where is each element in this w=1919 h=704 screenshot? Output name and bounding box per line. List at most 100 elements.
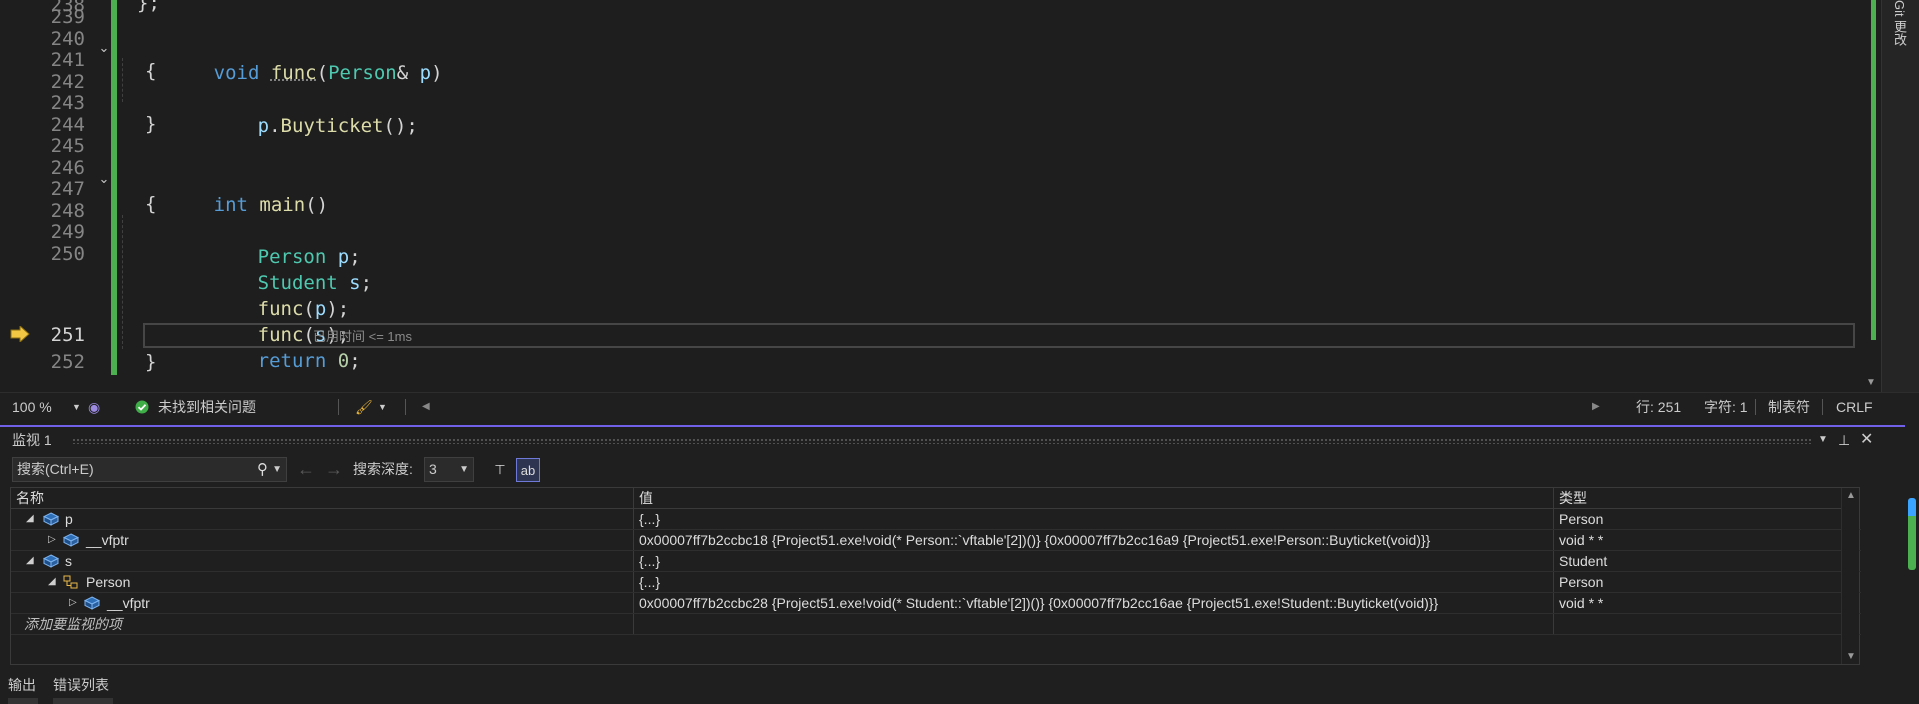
intellicode-icon[interactable]: ◉ [88,393,100,421]
indent-guide [122,58,123,102]
editor-vertical-scrollbar[interactable]: ▼ [1863,0,1881,392]
variable-type: void * * [1559,595,1604,611]
object-icon [43,512,59,526]
pin-icon[interactable]: ⊥ [1838,427,1850,453]
code-line: Person p; [257,246,361,268]
variable-type: void * * [1559,532,1604,548]
code-line: void func(Person& p) [213,62,443,84]
variable-type: Person [1559,511,1604,527]
search-next-icon[interactable]: → [325,460,343,478]
scroll-down-arrow-icon[interactable]: ▼ [1846,651,1856,662]
line-ending[interactable]: CRLF [1836,393,1873,421]
line-indicator[interactable]: 行: 251 [1636,393,1681,421]
search-icon[interactable]: ⚲ [257,458,268,481]
scroll-thumb[interactable] [1908,498,1916,570]
variable-name: __vfptr [86,532,129,548]
code-line: int main() [213,194,329,216]
object-icon [63,533,79,547]
close-icon[interactable]: ✕ [1860,427,1873,453]
panel-title: 监视 1 [12,432,52,448]
object-icon [84,596,100,610]
hex-display-icon[interactable]: ab [516,458,540,482]
table-row[interactable]: ◢ s {...} Student [11,551,1861,572]
table-row[interactable]: ▷ __vfptr 0x00007ff7b2ccbc18 {Project51.… [11,530,1861,551]
add-watch-hint[interactable]: 添加要监视的项 [24,614,122,634]
collapsed-arrow-icon[interactable]: ▷ [48,530,56,550]
code-line: p.Buyticket(); [257,115,418,137]
column-header-name[interactable]: 名称 [11,488,634,509]
variable-value: {...} [634,572,1554,592]
code-line: func(p); [257,298,350,320]
code-editor[interactable]: 238 239 240 241 242 243 244 245 246 247 … [0,0,1919,392]
table-row[interactable]: ◢ p {...} Person [11,509,1861,530]
variable-value: 0x00007ff7b2ccbc18 {Project51.exe!void(*… [634,530,1554,550]
depth-value: 3 [429,461,437,477]
pin-source-icon[interactable]: ⊤ [488,458,512,482]
window-position-dropdown-icon[interactable]: ▼ [1818,427,1828,453]
fold-collapse-icon[interactable]: ⌄ [97,172,111,186]
check-circle-icon [135,400,149,414]
char-indicator[interactable]: 字符: 1 [1704,393,1748,421]
change-overview-marker [1871,0,1876,340]
overview-scrollbar[interactable] [1905,420,1919,704]
execution-pointer-icon [10,326,30,342]
line-number: 252 [50,351,85,373]
variable-name: p [65,511,73,527]
fold-collapse-icon[interactable]: ⌄ [97,41,111,55]
search-input[interactable]: 搜索(Ctrl+E) ⚲ ▼ [12,457,287,482]
code-cleanup-icon[interactable]: 🖌 [355,393,373,421]
watch-toolbar: 搜索(Ctrl+E) ⚲ ▼ ← → 搜索深度: 3 ▼ ⊤ ab [0,453,1919,485]
hscroll-right-icon[interactable]: ▶ [1592,393,1600,421]
collapsed-arrow-icon[interactable]: ▷ [69,593,77,613]
watch-panel-title-bar: 监视 1 ▼ ⊥ ✕ [0,425,1919,453]
indent-guide [122,215,123,349]
line-number-current: 251 [50,324,85,346]
search-options-dropdown-icon[interactable]: ▼ [272,458,282,481]
table-row[interactable]: ◢ Person {...} Person [11,572,1861,593]
editor-status-bar: 100 % ▼ ◉ 未找到相关问题 🖌 ▼ ◀ ▶ 行: 251 字符: 1 制… [0,392,1919,420]
watch-vertical-scrollbar[interactable]: ▲ ▼ [1841,488,1859,664]
git-changes-side-tab[interactable]: Git 更改 [1881,0,1919,392]
base-class-icon [63,575,78,589]
tab-output[interactable]: 输出 [8,673,36,697]
table-row[interactable]: ▷ __vfptr 0x00007ff7b2ccbc28 {Project51.… [11,593,1861,614]
bottom-tool-tabs: 输出 错误列表 [0,670,1919,704]
perf-tip[interactable]: 已用时间 <= 1ms [313,324,412,350]
code-line: } [145,113,157,135]
zoom-dropdown-icon[interactable]: ▼ [72,393,81,421]
code-line: { [145,60,157,82]
indent-mode[interactable]: 制表符 [1768,393,1810,421]
tab-indicator [8,698,38,704]
column-header-type[interactable]: 类型 [1554,488,1843,509]
expanded-arrow-icon[interactable]: ◢ [26,551,34,571]
cleanup-dropdown-icon[interactable]: ▼ [378,393,387,421]
chevron-down-icon: ▼ [459,464,469,475]
scroll-up-arrow-icon[interactable]: ▲ [1846,490,1856,501]
code-line: { [145,193,157,215]
variable-value: 0x00007ff7b2ccbc28 {Project51.exe!void(*… [634,593,1554,613]
tab-error-list[interactable]: 错误列表 [53,673,109,697]
object-icon [43,554,59,568]
zoom-level[interactable]: 100 % [12,393,52,421]
side-tab-label[interactable]: Git 更改 [1890,0,1909,46]
variable-type: Student [1559,553,1608,569]
hscroll-left-icon[interactable]: ◀ [422,393,430,421]
expanded-arrow-icon[interactable]: ◢ [48,572,56,592]
scroll-down-arrow-icon[interactable]: ▼ [1866,377,1876,388]
variable-name: __vfptr [107,595,150,611]
code-line: } [145,351,157,373]
watch-grid[interactable]: 名称 值 类型 ◢ p {...} Person ▷ __vfptr 0x000… [10,487,1861,665]
add-watch-row[interactable]: 添加要监视的项 [11,614,1861,635]
expanded-arrow-icon[interactable]: ◢ [26,509,34,529]
variable-name: Person [86,574,131,590]
line-number: 250 [50,243,85,265]
code-line: }; [137,0,160,14]
issues-status[interactable]: 未找到相关问题 [158,393,256,421]
search-depth-label: 搜索深度: [353,461,413,477]
column-header-value[interactable]: 值 [634,488,1554,509]
search-depth-select[interactable]: 3 ▼ [424,457,474,482]
code-line: Student s; [257,272,373,294]
drag-grip[interactable] [72,438,1812,444]
line-numbers: 238 239 240 241 242 243 244 245 246 247 … [35,0,87,392]
search-previous-icon[interactable]: ← [297,460,315,478]
